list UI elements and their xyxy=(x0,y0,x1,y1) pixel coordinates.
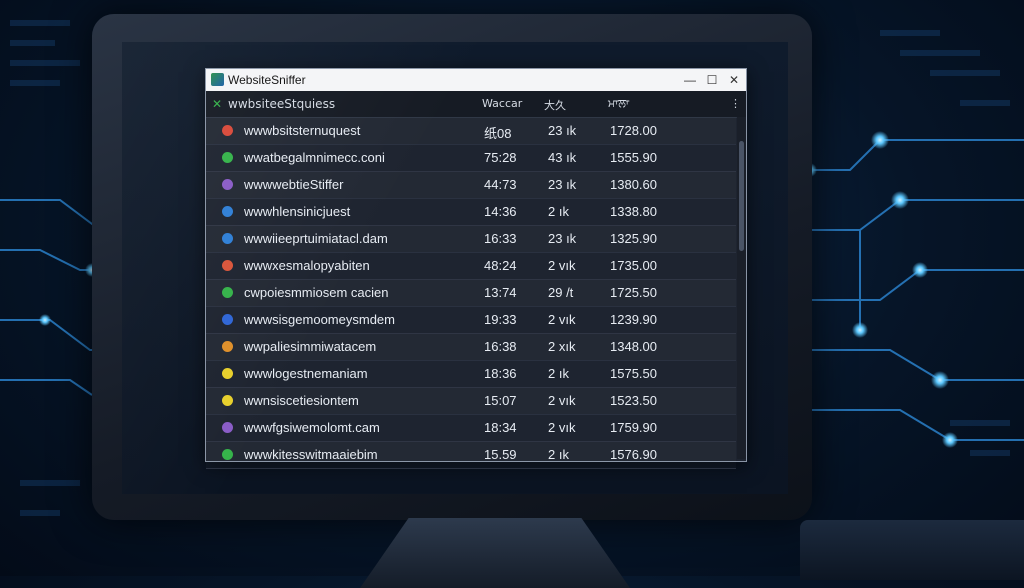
list-item[interactable]: cwpoiesmmiosem cacien 13:74 29 /t 1725.5… xyxy=(206,279,736,307)
row-name: wwwlogestnemaniam xyxy=(244,366,368,381)
status-dot-icon xyxy=(222,368,233,379)
title-bar[interactable]: WebsiteSniffer — ☐ ✕ xyxy=(206,69,746,91)
list-item[interactable]: wwwsisgemoomeysmdem 19:33 2 vık 1239.90 xyxy=(206,306,736,334)
row-size: 29 /t xyxy=(548,285,574,300)
list-item[interactable]: wwnsiscetiesiontem 15:07 2 vık 1523.50 xyxy=(206,387,736,415)
list-item[interactable]: wwwiieeprtuimiatacl.dam 16:33 23 ık 1325… xyxy=(206,225,736,253)
row-size: 23 ık xyxy=(548,231,577,246)
row-size: 2 vık xyxy=(548,312,576,327)
status-dot-icon xyxy=(222,314,233,325)
row-value: 1555.90 xyxy=(610,150,657,165)
status-dot-icon xyxy=(222,179,233,190)
status-dot-icon xyxy=(222,125,233,136)
status-dot-icon xyxy=(222,422,233,433)
row-value: 1239.90 xyxy=(610,312,657,327)
column-header-row: ✕ wwbsiteeStquiess Waccar 大久 ਮਾਲਾ ⋮ xyxy=(206,91,746,118)
row-size: 2 ık xyxy=(548,204,569,219)
row-time: 14:36 xyxy=(484,204,517,219)
row-name: wwwbsitsternuquest xyxy=(244,123,361,138)
row-time: 纸08 xyxy=(484,126,512,141)
close-x-icon[interactable]: ✕ xyxy=(212,97,222,111)
status-dot-icon xyxy=(222,206,233,217)
maximize-button[interactable]: ☐ xyxy=(704,72,720,88)
row-value: 1325.90 xyxy=(610,231,657,246)
column-header-value[interactable]: ਮਾਲਾ xyxy=(608,97,629,111)
status-dot-icon xyxy=(222,449,233,460)
list-item[interactable]: wwwwebtieStiffer 44:73 23 ık 1380.60 xyxy=(206,171,736,199)
vertical-scrollbar[interactable] xyxy=(737,117,746,459)
row-time: 18:36 xyxy=(484,366,517,381)
list-item[interactable]: wwwhlensinicjuest 14:36 2 ık 1338.80 xyxy=(206,198,736,226)
row-value: 1380.60 xyxy=(610,177,657,192)
row-name: wwpaliesimmiwatacem xyxy=(244,339,377,354)
row-name: wwwfgsiwemolomt.cam xyxy=(244,420,380,435)
row-value: 1348.00 xyxy=(610,339,657,354)
row-time: 15.59 xyxy=(484,447,517,462)
status-dot-icon xyxy=(222,260,233,271)
column-header-size[interactable]: 大久 xyxy=(544,97,566,113)
list-item[interactable]: wwwbsitsternuquest 纸08 23 ık 1728.00 xyxy=(206,117,736,145)
status-dot-icon xyxy=(222,395,233,406)
list-item[interactable]: wwwfgsiwemolomt.cam 18:34 2 vık 1759.90 xyxy=(206,414,736,442)
row-value: 1575.50 xyxy=(610,366,657,381)
row-size: 2 vık xyxy=(548,420,576,435)
row-name: wwwiieeprtuimiatacl.dam xyxy=(244,231,388,246)
column-menu-icon[interactable]: ⋮ xyxy=(730,97,741,110)
scrollbar-thumb[interactable] xyxy=(739,141,744,251)
list-item[interactable]: wwwxesmalopyabiten 48:24 2 vık 1735.00 xyxy=(206,252,736,280)
row-value: 1759.90 xyxy=(610,420,657,435)
row-size: 2 xık xyxy=(548,339,576,354)
row-name: wwwwebtieStiffer xyxy=(244,177,344,192)
app-icon xyxy=(211,73,224,86)
row-size: 23 ık xyxy=(548,123,577,138)
status-dot-icon xyxy=(222,233,233,244)
status-dot-icon xyxy=(222,287,233,298)
row-time: 75:28 xyxy=(484,150,517,165)
row-name: cwpoiesmmiosem cacien xyxy=(244,285,389,300)
row-size: 2 ık xyxy=(548,366,569,381)
row-size: 43 ık xyxy=(548,150,577,165)
column-header-time[interactable]: Waccar xyxy=(482,97,522,110)
desk-surface xyxy=(800,520,1024,580)
list-item[interactable]: wwatbegalmnimecc.coni 75:28 43 ık 1555.9… xyxy=(206,144,736,172)
list-item[interactable]: wwwlogestnemaniam 18:36 2 ık 1575.50 xyxy=(206,360,736,388)
status-dot-icon xyxy=(222,341,233,352)
row-size: 2 ık xyxy=(548,447,569,462)
row-name: wwwsisgemoomeysmdem xyxy=(244,312,395,327)
row-value: 1725.50 xyxy=(610,285,657,300)
row-value: 1523.50 xyxy=(610,393,657,408)
list-item[interactable]: wwwkitesswitmaaiebim 15.59 2 ık 1576.90 xyxy=(206,441,736,469)
column-header-name[interactable]: wwbsiteeStquiess xyxy=(228,97,335,111)
row-time: 44:73 xyxy=(484,177,517,192)
close-button[interactable]: ✕ xyxy=(726,72,742,88)
row-time: 16:33 xyxy=(484,231,517,246)
row-size: 23 ık xyxy=(548,177,577,192)
row-name: wwwxesmalopyabiten xyxy=(244,258,370,273)
window-title: WebsiteSniffer xyxy=(228,73,306,87)
row-name: wwnsiscetiesiontem xyxy=(244,393,359,408)
row-time: 13:74 xyxy=(484,285,517,300)
row-name: wwwkitesswitmaaiebim xyxy=(244,447,378,462)
row-size: 2 vık xyxy=(548,258,576,273)
row-value: 1728.00 xyxy=(610,123,657,138)
row-size: 2 vık xyxy=(548,393,576,408)
status-dot-icon xyxy=(222,152,233,163)
list-item[interactable]: wwpaliesimmiwatacem 16:38 2 xık 1348.00 xyxy=(206,333,736,361)
row-time: 18:34 xyxy=(484,420,517,435)
row-time: 48:24 xyxy=(484,258,517,273)
row-value: 1338.80 xyxy=(610,204,657,219)
minimize-button[interactable]: — xyxy=(682,72,698,88)
app-window: WebsiteSniffer — ☐ ✕ ✕ wwbsiteeStquiess … xyxy=(205,68,747,469)
row-name: wwwhlensinicjuest xyxy=(244,204,351,219)
row-value: 1576.90 xyxy=(610,447,657,462)
row-value: 1735.00 xyxy=(610,258,657,273)
row-time: 16:38 xyxy=(484,339,517,354)
row-name: wwatbegalmnimecc.coni xyxy=(244,150,385,165)
row-time: 15:07 xyxy=(484,393,517,408)
row-time: 19:33 xyxy=(484,312,517,327)
